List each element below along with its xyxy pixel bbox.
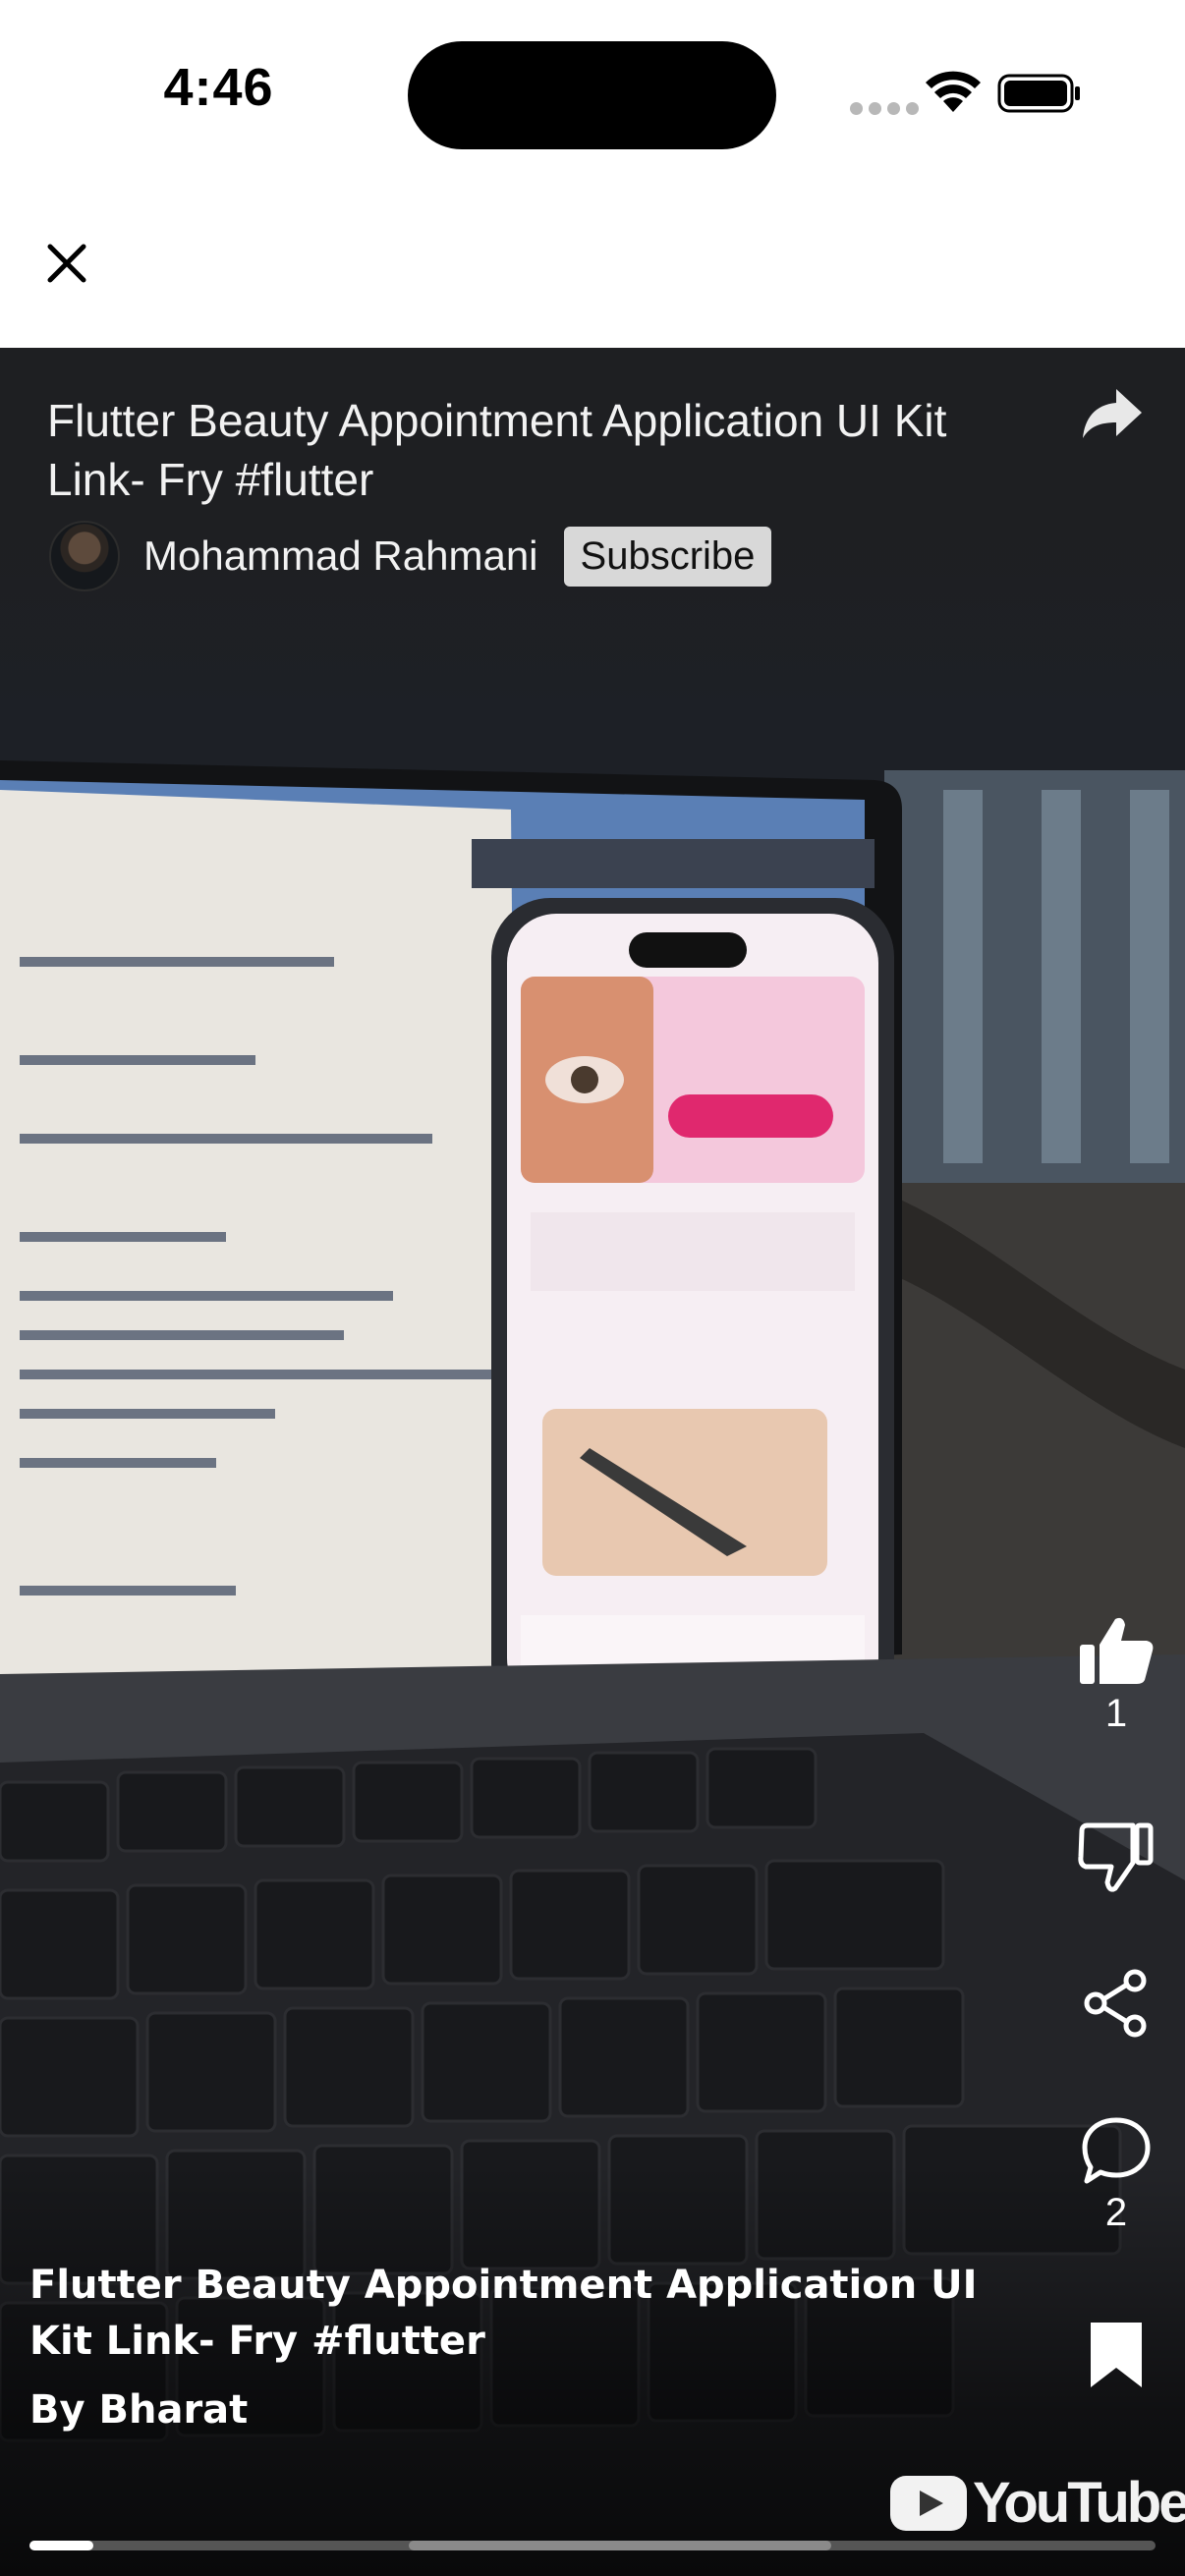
channel-avatar[interactable] (49, 521, 120, 591)
close-icon (47, 244, 86, 283)
dislike-action[interactable] (1067, 1821, 1165, 1892)
share-action[interactable] (1067, 1969, 1165, 2038)
progress-buffer (409, 2541, 831, 2550)
battery-icon (997, 74, 1080, 113)
comment-count: 2 (1104, 2191, 1128, 2234)
progress-fill (29, 2541, 94, 2550)
like-action[interactable]: 1 (1067, 1615, 1165, 1736)
status-bar: 4:46 (0, 0, 1185, 187)
youtube-play-icon (890, 2475, 967, 2531)
caption-author[interactable]: By Bharat (29, 2387, 248, 2433)
comment-action[interactable]: 2 (1067, 2116, 1165, 2235)
video-progress-bar[interactable] (29, 2541, 1156, 2550)
subscribe-button[interactable]: Subscribe (563, 526, 772, 587)
share-icon[interactable] (1081, 387, 1144, 440)
cellular-signal-icon (850, 102, 919, 115)
status-time: 4:46 (163, 58, 274, 117)
youtube-wordmark: YouTube (973, 2471, 1185, 2535)
wifi-icon (926, 71, 981, 112)
dynamic-island (408, 41, 776, 149)
network-share-icon[interactable] (1082, 1969, 1151, 2038)
bookmark-action[interactable] (1067, 2321, 1165, 2389)
video-player[interactable]: Flutter Beauty Appointment Application U… (0, 348, 1185, 2576)
thumbs-down-icon[interactable] (1078, 1821, 1155, 1892)
bookmark-icon[interactable] (1089, 2321, 1144, 2389)
thumbs-up-icon[interactable] (1078, 1615, 1155, 1686)
channel-row: Mohammad Rahmani Subscribe (49, 521, 772, 591)
youtube-logo[interactable]: YouTube (890, 2470, 1185, 2536)
channel-name[interactable]: Mohammad Rahmani (143, 532, 538, 580)
video-title[interactable]: Flutter Beauty Appointment Application U… (47, 391, 1030, 509)
comment-icon[interactable] (1081, 2116, 1152, 2185)
like-count: 1 (1104, 1692, 1128, 1735)
caption-title: Flutter Beauty Appointment Application U… (29, 2263, 978, 2364)
close-button[interactable] (35, 232, 98, 295)
